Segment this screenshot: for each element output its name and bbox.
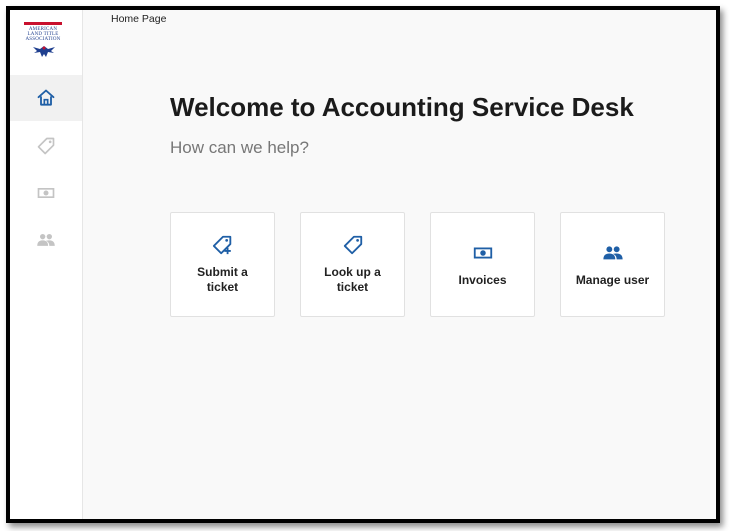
people-icon bbox=[37, 234, 55, 246]
tag-icon bbox=[343, 235, 362, 255]
lookup-ticket-card[interactable]: Look up a ticket bbox=[300, 212, 405, 317]
tag-plus-icon bbox=[212, 235, 231, 255]
invoices-card[interactable]: Invoices bbox=[430, 212, 535, 317]
sidebar-item-home[interactable] bbox=[10, 75, 82, 121]
invoices-label: Invoices bbox=[458, 272, 507, 287]
eagle-icon bbox=[33, 46, 55, 57]
manage-user-card[interactable]: Manage user bbox=[560, 212, 665, 317]
money-icon bbox=[473, 247, 492, 258]
money-icon bbox=[37, 188, 55, 198]
home-icon bbox=[37, 89, 55, 106]
tag-icon bbox=[37, 137, 55, 155]
sidebar: AMERICAN LAND TITLE ASSOCIATION bbox=[10, 10, 83, 519]
sidebar-item-users[interactable] bbox=[10, 217, 82, 263]
app-window: AMERICAN LAND TITLE ASSOCIATION Home Pag… bbox=[6, 6, 720, 523]
lookup-ticket-label: Look up a ticket bbox=[324, 265, 381, 294]
sidebar-item-tickets[interactable] bbox=[10, 123, 82, 169]
sidebar-item-invoices[interactable] bbox=[10, 170, 82, 216]
submit-ticket-card[interactable]: Submit a ticket bbox=[170, 212, 275, 317]
people-icon bbox=[602, 245, 623, 259]
logo-red-bar bbox=[24, 22, 62, 25]
company-logo[interactable]: AMERICAN LAND TITLE ASSOCIATION bbox=[24, 22, 64, 68]
logo-line-3: ASSOCIATION bbox=[25, 37, 61, 42]
submit-ticket-label: Submit a ticket bbox=[197, 265, 248, 294]
page-subtitle: How can we help? bbox=[170, 138, 309, 157]
page-title: Welcome to Accounting Service Desk bbox=[170, 92, 634, 122]
manage-user-label: Manage user bbox=[575, 272, 650, 287]
breadcrumb[interactable]: Home Page bbox=[111, 13, 166, 25]
